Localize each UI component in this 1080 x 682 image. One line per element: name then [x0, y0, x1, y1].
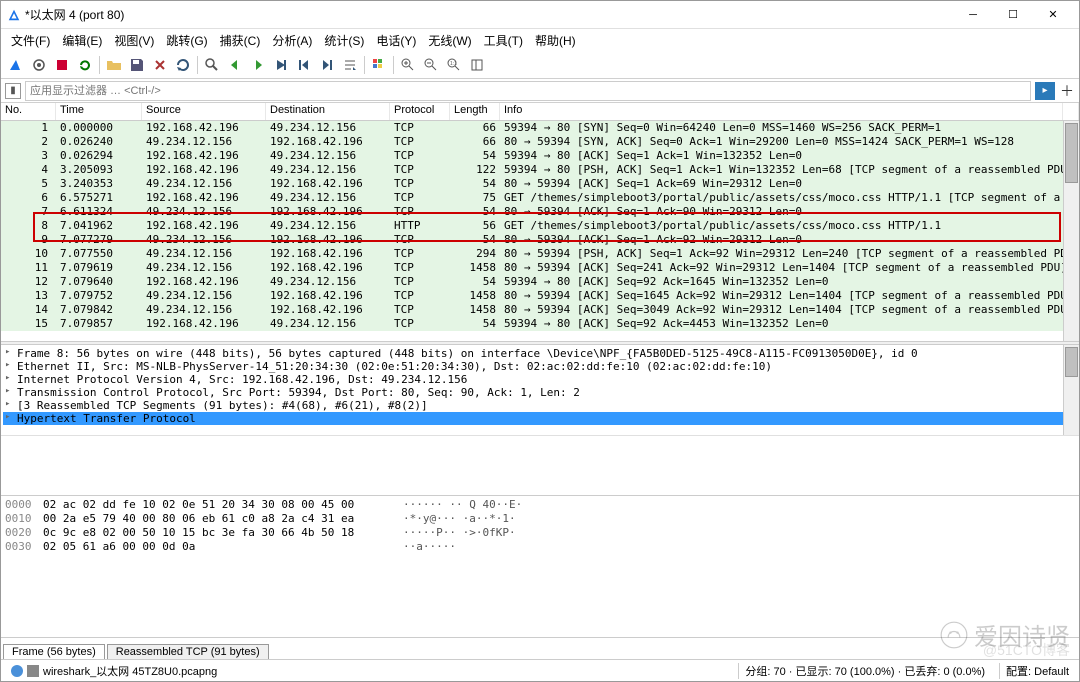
packet-row[interactable]: 97.07727949.234.12.156192.168.42.196TCP5…	[1, 233, 1079, 247]
packet-row[interactable]: 87.041962192.168.42.19649.234.12.156HTTP…	[1, 219, 1079, 233]
col-proto[interactable]: Protocol	[390, 103, 450, 120]
packet-row[interactable]: 20.02624049.234.12.156192.168.42.196TCP6…	[1, 135, 1079, 149]
menu-item[interactable]: 跳转(G)	[160, 30, 213, 51]
packet-row[interactable]: 66.575271192.168.42.19649.234.12.156TCP7…	[1, 191, 1079, 205]
colorize-icon[interactable]	[368, 54, 390, 76]
display-filter-input[interactable]	[25, 81, 1031, 101]
hex-row[interactable]: 003002 05 61 a6 00 00 0d 0a··a·····	[5, 540, 1075, 554]
stop-capture-icon[interactable]	[51, 54, 73, 76]
titlebar: *以太网 4 (port 80) ─ ☐ ✕	[1, 1, 1079, 29]
menu-item[interactable]: 统计(S)	[318, 30, 370, 51]
status-file: wireshark_以太网 45TZ8U0.pcapng	[43, 663, 217, 679]
reload-icon[interactable]	[172, 54, 194, 76]
packet-row[interactable]: 127.079640192.168.42.19649.234.12.156TCP…	[1, 275, 1079, 289]
packet-row[interactable]: 76.61132449.234.12.156192.168.42.196TCP5…	[1, 205, 1079, 219]
menu-item[interactable]: 帮助(H)	[529, 30, 582, 51]
go-prev-icon[interactable]	[224, 54, 246, 76]
packet-row[interactable]: 157.079857192.168.42.19649.234.12.156TCP…	[1, 317, 1079, 331]
packet-details[interactable]: Frame 8: 56 bytes on wire (448 bits), 56…	[1, 345, 1079, 435]
detail-line[interactable]: Frame 8: 56 bytes on wire (448 bits), 56…	[3, 347, 1077, 360]
packet-row[interactable]: 117.07961949.234.12.156192.168.42.196TCP…	[1, 261, 1079, 275]
restart-capture-icon[interactable]	[74, 54, 96, 76]
window-title: *以太网 4 (port 80)	[25, 6, 953, 23]
filter-bar: ▮ ▸ ＋	[1, 79, 1079, 103]
open-file-icon[interactable]	[103, 54, 125, 76]
maximize-button[interactable]: ☐	[993, 2, 1033, 28]
capture-options-icon[interactable]	[28, 54, 50, 76]
hex-tabs: Frame (56 bytes) Reassembled TCP (91 byt…	[1, 637, 1079, 659]
packet-row[interactable]: 147.07984249.234.12.156192.168.42.196TCP…	[1, 303, 1079, 317]
menu-item[interactable]: 工具(T)	[478, 30, 529, 51]
blank-area	[1, 435, 1079, 495]
packet-row[interactable]: 43.205093192.168.42.19649.234.12.156TCP1…	[1, 163, 1079, 177]
zoom-reset-icon[interactable]: 1:1	[443, 54, 465, 76]
col-no[interactable]: No.	[1, 103, 56, 120]
packet-list[interactable]: 10.000000192.168.42.19649.234.12.156TCP6…	[1, 121, 1079, 341]
hex-pane[interactable]: 000002 ac 02 dd fe 10 02 0e 51 20 34 30 …	[1, 495, 1079, 637]
go-first-icon[interactable]	[293, 54, 315, 76]
find-icon[interactable]	[201, 54, 223, 76]
hex-row[interactable]: 000002 ac 02 dd fe 10 02 0e 51 20 34 30 …	[5, 498, 1075, 512]
col-time[interactable]: Time	[56, 103, 142, 120]
menu-item[interactable]: 视图(V)	[108, 30, 160, 51]
status-profile[interactable]: 配置: Default	[999, 663, 1075, 679]
status-ready-icon	[11, 665, 23, 677]
details-scrollbar[interactable]	[1063, 345, 1079, 435]
detail-line[interactable]: Internet Protocol Version 4, Src: 192.16…	[3, 373, 1077, 386]
tab-frame[interactable]: Frame (56 bytes)	[3, 644, 105, 659]
add-filter-button[interactable]: ＋	[1059, 83, 1075, 99]
bookmark-filter-icon[interactable]: ▮	[5, 83, 21, 99]
resize-columns-icon[interactable]	[466, 54, 488, 76]
shark-fin-icon[interactable]	[5, 54, 27, 76]
packet-list-header: No. Time Source Destination Protocol Len…	[1, 103, 1079, 121]
menu-item[interactable]: 文件(F)	[5, 30, 56, 51]
menu-item[interactable]: 分析(A)	[266, 30, 318, 51]
menu-item[interactable]: 捕获(C)	[214, 30, 267, 51]
close-file-icon[interactable]	[149, 54, 171, 76]
packet-row[interactable]: 107.07755049.234.12.156192.168.42.196TCP…	[1, 247, 1079, 261]
col-info[interactable]: Info	[500, 103, 1063, 120]
auto-scroll-icon[interactable]	[339, 54, 361, 76]
col-source[interactable]: Source	[142, 103, 266, 120]
col-length[interactable]: Length	[450, 103, 500, 120]
zoom-in-icon[interactable]	[397, 54, 419, 76]
tab-reassembled[interactable]: Reassembled TCP (91 bytes)	[107, 644, 269, 659]
menu-item[interactable]: 无线(W)	[422, 30, 477, 51]
status-packets: 分组: 70 · 已显示: 70 (100.0%) · 已丢弃: 0 (0.0%…	[738, 663, 991, 679]
save-file-icon[interactable]	[126, 54, 148, 76]
packet-scrollbar[interactable]	[1063, 121, 1079, 341]
expression-button[interactable]: ▸	[1035, 82, 1055, 100]
col-dest[interactable]: Destination	[266, 103, 390, 120]
toolbar: 1:1	[1, 51, 1079, 79]
menu-item[interactable]: 编辑(E)	[56, 30, 108, 51]
detail-line[interactable]: Hypertext Transfer Protocol	[3, 412, 1077, 425]
zoom-out-icon[interactable]	[420, 54, 442, 76]
packet-row[interactable]: 10.000000192.168.42.19649.234.12.156TCP6…	[1, 121, 1079, 135]
detail-line[interactable]: Transmission Control Protocol, Src Port:…	[3, 386, 1077, 399]
packet-row[interactable]: 137.07975249.234.12.156192.168.42.196TCP…	[1, 289, 1079, 303]
svg-text:1:1: 1:1	[450, 61, 457, 67]
hex-row[interactable]: 00200c 9c e8 02 00 50 10 15 bc 3e fa 30 …	[5, 526, 1075, 540]
go-last-icon[interactable]	[316, 54, 338, 76]
close-button[interactable]: ✕	[1033, 2, 1073, 28]
status-expert-icon[interactable]	[27, 665, 39, 677]
go-next-icon[interactable]	[247, 54, 269, 76]
detail-line[interactable]: Ethernet II, Src: MS-NLB-PhysServer-14_5…	[3, 360, 1077, 373]
packet-row[interactable]: 30.026294192.168.42.19649.234.12.156TCP5…	[1, 149, 1079, 163]
go-to-icon[interactable]	[270, 54, 292, 76]
statusbar: wireshark_以太网 45TZ8U0.pcapng 分组: 70 · 已显…	[1, 659, 1079, 681]
menubar: 文件(F)编辑(E)视图(V)跳转(G)捕获(C)分析(A)统计(S)电话(Y)…	[1, 29, 1079, 51]
minimize-button[interactable]: ─	[953, 2, 993, 28]
app-icon	[7, 8, 21, 22]
menu-item[interactable]: 电话(Y)	[370, 30, 422, 51]
packet-row[interactable]: 53.24035349.234.12.156192.168.42.196TCP5…	[1, 177, 1079, 191]
detail-line[interactable]: [3 Reassembled TCP Segments (91 bytes): …	[3, 399, 1077, 412]
hex-row[interactable]: 001000 2a e5 79 40 00 80 06 eb 61 c0 a8 …	[5, 512, 1075, 526]
